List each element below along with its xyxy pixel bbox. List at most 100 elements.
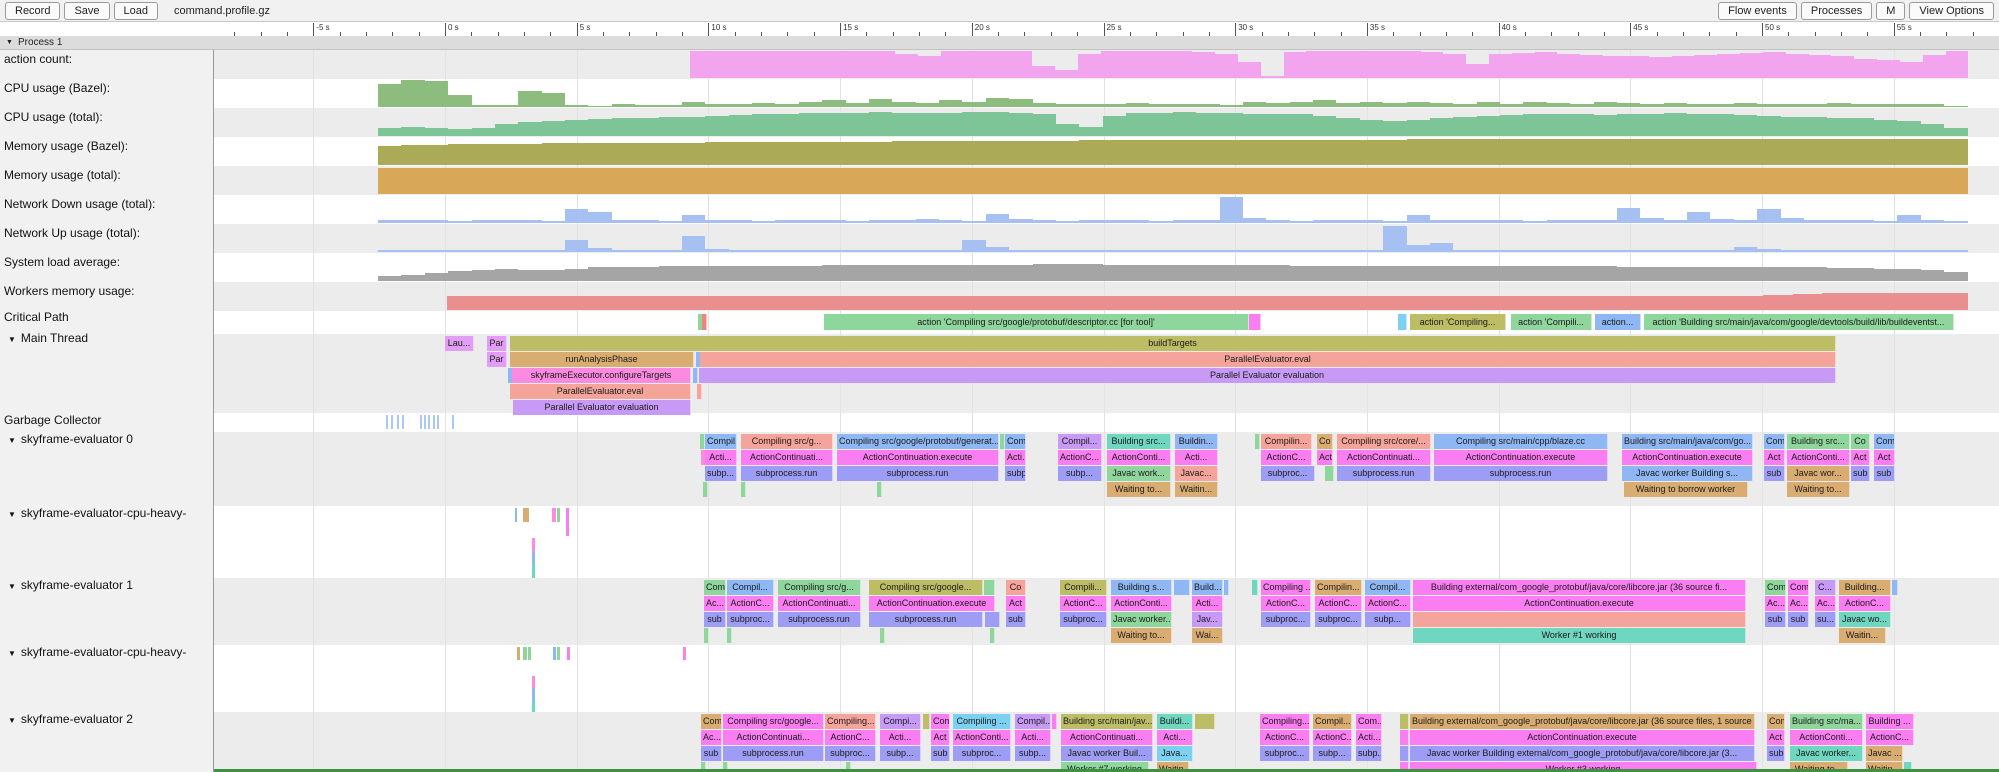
slice-sliver[interactable] <box>985 612 1000 627</box>
skyframe-evaluator-2-slice[interactable]: Building src/ma... <box>1790 714 1863 729</box>
skyframe-evaluator-1-slice[interactable]: Compilin... <box>1315 580 1362 595</box>
micro-slice[interactable] <box>532 676 535 688</box>
critical-path-slice[interactable]: action... <box>1595 314 1641 330</box>
micro-slice[interactable] <box>523 508 529 522</box>
skyframe-evaluator-1-slice[interactable]: Jav... <box>1192 612 1223 627</box>
micro-slice[interactable] <box>557 647 560 660</box>
skyframe-evaluator-2-slice[interactable]: ActionContinuation.execute <box>1410 730 1755 745</box>
skyframe-evaluator-1-slice[interactable]: Com <box>1765 580 1786 595</box>
track-label-skyframe-evaluator-2[interactable]: ▼skyframe-evaluator 2 <box>4 712 133 726</box>
skyframe-evaluator-2-slice[interactable]: sub <box>701 746 722 761</box>
skyframe-evaluator-1-slice[interactable]: ActionC... <box>1365 596 1411 611</box>
slice-sliver[interactable] <box>1413 612 1746 627</box>
main-thread-slice[interactable]: ParallelEvaluator.eval <box>700 352 1836 367</box>
skyframe-evaluator-2-slice[interactable]: ActionContinuati... <box>723 730 824 745</box>
view-options-button[interactable]: View Options <box>1909 2 1994 20</box>
slice-sliver[interactable] <box>1892 580 1898 595</box>
track-label-main-thread[interactable]: ▼Main Thread <box>4 331 88 345</box>
skyframe-evaluator-2-slice[interactable]: Acti... <box>1356 730 1382 745</box>
skyframe-evaluator-1-slice[interactable]: Building... <box>1839 580 1891 595</box>
skyframe-evaluator-1-slice[interactable]: ActionC... <box>1060 596 1107 611</box>
skyframe-evaluator-2-slice[interactable]: Acti... <box>880 730 921 745</box>
skyframe-evaluator-1-slice[interactable]: subprocess.run <box>778 612 861 627</box>
micro-slice[interactable] <box>532 538 535 551</box>
skyframe-evaluator-1-slice[interactable]: Waiting to... <box>1111 628 1172 643</box>
skyframe-evaluator-0-slice[interactable]: Comp... <box>1005 434 1026 449</box>
micro-slice[interactable] <box>515 508 517 522</box>
skyframe-evaluator-0-slice[interactable]: Waitin... <box>1175 482 1218 497</box>
skyframe-evaluator-0-slice[interactable]: Compiling src/g... <box>741 434 833 449</box>
skyframe-evaluator-1-slice[interactable]: ActionContinuati... <box>778 596 861 611</box>
skyframe-evaluator-0-slice[interactable]: Acti... <box>1005 450 1026 465</box>
skyframe-evaluator-0-slice[interactable]: subprocess.run <box>1434 466 1608 481</box>
collapse-arrow-icon[interactable]: ▼ <box>8 335 16 344</box>
slice-sliver[interactable] <box>1252 580 1258 595</box>
micro-slice[interactable] <box>552 508 556 522</box>
skyframe-evaluator-2-slice[interactable]: Act <box>1767 730 1785 745</box>
skyframe-evaluator-1-slice[interactable]: subproc... <box>1261 612 1311 627</box>
skyframe-evaluator-1-slice[interactable]: Ac... <box>704 596 726 611</box>
skyframe-evaluator-1-slice[interactable]: Wai... <box>1192 628 1223 643</box>
skyframe-evaluator-2-slice[interactable]: Javac ... <box>1866 746 1903 761</box>
skyframe-evaluator-1-slice[interactable]: Javac wo... <box>1839 612 1891 627</box>
skyframe-evaluator-1-slice[interactable]: subp... <box>1365 612 1411 627</box>
micro-slice[interactable] <box>683 647 686 660</box>
skyframe-evaluator-0-slice[interactable]: subprocess.run <box>837 466 999 481</box>
skyframe-evaluator-0-slice[interactable]: Co <box>1317 434 1333 449</box>
record-button[interactable]: Record <box>5 2 60 20</box>
gc-event-tick[interactable] <box>437 415 439 429</box>
skyframe-evaluator-0-slice[interactable]: ActionContinuati... <box>1337 450 1431 465</box>
skyframe-evaluator-0-slice[interactable]: Act <box>1764 450 1785 465</box>
m-button[interactable]: M <box>1876 2 1905 20</box>
micro-slice[interactable] <box>553 647 556 660</box>
skyframe-evaluator-0-slice[interactable]: Waiting to... <box>1107 482 1171 497</box>
collapse-arrow-icon[interactable]: ▼ <box>8 716 16 725</box>
critical-path-slice[interactable]: action 'Building src/main/java/com/googl… <box>1644 314 1954 330</box>
skyframe-evaluator-1-slice[interactable]: ActionC... <box>727 596 774 611</box>
skyframe-evaluator-1-slice[interactable]: Compiling src/g... <box>778 580 861 595</box>
skyframe-evaluator-2-slice[interactable]: Com... <box>1356 714 1382 729</box>
skyframe-evaluator-2-slice[interactable]: Buildi... <box>1157 714 1193 729</box>
slice-sliver[interactable] <box>923 714 930 729</box>
skyframe-evaluator-0-slice[interactable]: ActionC... <box>1261 450 1312 465</box>
critical-path-slice[interactable]: action 'Compiling src/google/protobuf/de… <box>824 314 1249 330</box>
gc-event-tick[interactable] <box>428 415 430 429</box>
gc-event-tick[interactable] <box>397 415 399 429</box>
skyframe-evaluator-1-slice[interactable]: sub <box>1765 612 1786 627</box>
skyframe-evaluator-1-slice[interactable]: sub <box>1006 612 1026 627</box>
slice-sliver[interactable] <box>1195 714 1215 729</box>
skyframe-evaluator-2-slice[interactable]: ActionC... <box>1313 730 1352 745</box>
skyframe-evaluator-2-slice[interactable]: sub <box>1767 746 1785 761</box>
skyframe-evaluator-0-slice[interactable]: Acti... <box>705 450 737 465</box>
skyframe-evaluator-2-slice[interactable]: ActionC... <box>825 730 876 745</box>
skyframe-evaluator-2-slice[interactable]: ActionC... <box>1260 730 1310 745</box>
skyframe-evaluator-0-slice[interactable]: Compilin... <box>1261 434 1312 449</box>
skyframe-evaluator-2-slice[interactable]: ActionC... <box>1866 730 1914 745</box>
track-area[interactable]: action 'Compiling src/google/protobuf/de… <box>214 50 1999 772</box>
skyframe-evaluator-1-slice[interactable]: subproc... <box>727 612 774 627</box>
critical-path-slice[interactable]: action 'Compiling... <box>1410 314 1506 330</box>
slice-sliver[interactable] <box>880 628 885 643</box>
skyframe-evaluator-1-slice[interactable]: subproc... <box>1315 612 1362 627</box>
collapse-arrow-icon[interactable]: ▼ <box>8 510 16 519</box>
skyframe-evaluator-0-slice[interactable]: Compil... <box>705 434 737 449</box>
skyframe-evaluator-1-slice[interactable]: sub <box>1788 612 1809 627</box>
main-thread-slice[interactable]: skyframeExecutor.configureTargets <box>512 368 691 383</box>
skyframe-evaluator-1-slice[interactable]: ActionC... <box>1839 596 1891 611</box>
save-button[interactable]: Save <box>64 2 109 20</box>
micro-slice[interactable] <box>566 508 569 536</box>
skyframe-evaluator-1-slice[interactable]: Co <box>1006 580 1026 595</box>
slice-sliver[interactable] <box>1174 580 1190 595</box>
skyframe-evaluator-1-slice[interactable]: Building external/com_google_protobuf/ja… <box>1413 580 1746 595</box>
skyframe-evaluator-1-slice[interactable]: Waitin... <box>1839 628 1886 643</box>
skyframe-evaluator-2-slice[interactable]: subp... <box>880 746 921 761</box>
skyframe-evaluator-2-slice[interactable]: Compil... <box>1015 714 1051 729</box>
slice-sliver[interactable] <box>697 384 702 399</box>
skyframe-evaluator-0-slice[interactable]: Acti... <box>1175 450 1218 465</box>
skyframe-evaluator-0-slice[interactable]: Javac... <box>1175 466 1218 481</box>
main-thread-slice[interactable]: Lau... <box>445 336 474 351</box>
skyframe-evaluator-2-slice[interactable]: Com <box>931 714 950 729</box>
skyframe-evaluator-2-slice[interactable]: subp... <box>1356 746 1382 761</box>
micro-slice[interactable] <box>523 647 527 660</box>
main-thread-slice[interactable]: Par <box>487 336 507 351</box>
